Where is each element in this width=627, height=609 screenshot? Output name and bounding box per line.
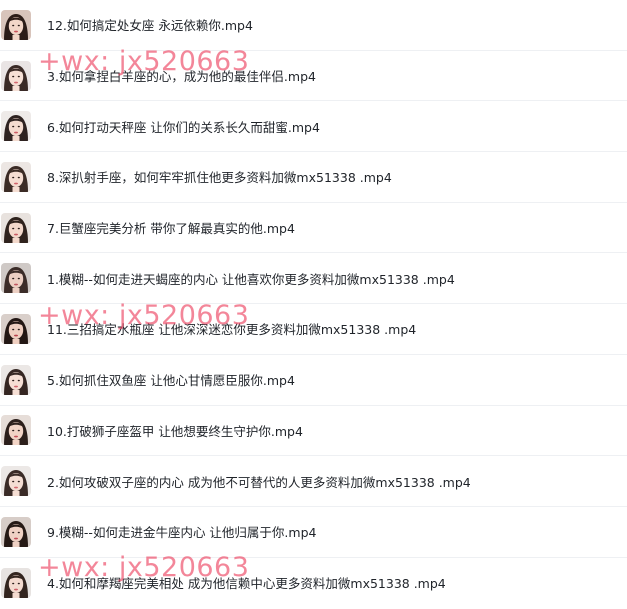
file-list-item[interactable]: 5.如何抓住双鱼座 让他心甘情愿臣服你.mp4 [0,355,627,406]
file-list-item[interactable]: 9.模糊--如何走进金牛座内心 让他归属于你.mp4 [0,507,627,558]
video-thumbnail [1,415,31,446]
video-thumbnail [1,466,31,497]
file-list: 12.如何搞定处女座 永远依赖你.mp4 3.如何拿捏白羊座的心，成为他的最佳伴侣… [0,0,627,608]
video-thumbnail [1,111,31,142]
file-name: 10.打破狮子座盔甲 让他想要终生守护你.mp4 [47,423,303,439]
video-thumbnail [1,60,31,91]
file-list-item[interactable]: 7.巨蟹座完美分析 带你了解最真实的他.mp4 [0,203,627,254]
file-list-item[interactable]: 12.如何搞定处女座 永远依赖你.mp4 [0,0,627,51]
video-thumbnail [1,567,31,598]
file-name: 5.如何抓住双鱼座 让他心甘情愿臣服你.mp4 [47,373,295,389]
file-name: 8.深扒射手座，如何牢牢抓住他更多资料加微mx51338 .mp4 [47,170,392,186]
file-list-item[interactable]: 11.三招搞定水瓶座 让他深深迷恋你更多资料加微mx51338 .mp4 [0,304,627,355]
file-list-item[interactable]: 4.如何和摩羯座完美相处 成为他信赖中心更多资料加微mx51338 .mp4 [0,558,627,609]
file-list-item[interactable]: 1.模糊--如何走进天蝎座的内心 让他喜欢你更多资料加微mx51338 .mp4 [0,253,627,305]
video-thumbnail [1,161,31,192]
file-name: 7.巨蟹座完美分析 带你了解最真实的他.mp4 [47,221,295,237]
video-thumbnail [1,516,31,547]
file-name: 9.模糊--如何走进金牛座内心 让他归属于你.mp4 [47,525,317,541]
file-name: 12.如何搞定处女座 永远依赖你.mp4 [47,18,253,34]
file-name: 11.三招搞定水瓶座 让他深深迷恋你更多资料加微mx51338 .mp4 [47,322,417,338]
file-list-item[interactable]: 10.打破狮子座盔甲 让他想要终生守护你.mp4 [0,406,627,457]
video-thumbnail [1,364,31,395]
video-thumbnail [1,263,31,294]
video-thumbnail [1,9,31,40]
file-name: 6.如何打动天秤座 让你们的关系长久而甜蜜.mp4 [47,119,320,135]
file-name: 4.如何和摩羯座完美相处 成为他信赖中心更多资料加微mx51338 .mp4 [47,576,446,592]
file-list-item[interactable]: 3.如何拿捏白羊座的心，成为他的最佳伴侣.mp4 [0,51,627,102]
file-list-item[interactable]: 6.如何打动天秤座 让你们的关系长久而甜蜜.mp4 [0,101,627,153]
video-thumbnail [1,313,31,344]
file-list-item[interactable]: 2.如何攻破双子座的内心 成为他不可替代的人更多资料加微mx51338 .mp4 [0,456,627,507]
file-name: 1.模糊--如何走进天蝎座的内心 让他喜欢你更多资料加微mx51338 .mp4 [47,271,455,287]
file-list-item[interactable]: 8.深扒射手座，如何牢牢抓住他更多资料加微mx51338 .mp4 [0,152,627,203]
video-thumbnail [1,212,31,243]
file-name: 3.如何拿捏白羊座的心，成为他的最佳伴侣.mp4 [47,69,316,85]
file-name: 2.如何攻破双子座的内心 成为他不可替代的人更多资料加微mx51338 .mp4 [47,474,471,490]
